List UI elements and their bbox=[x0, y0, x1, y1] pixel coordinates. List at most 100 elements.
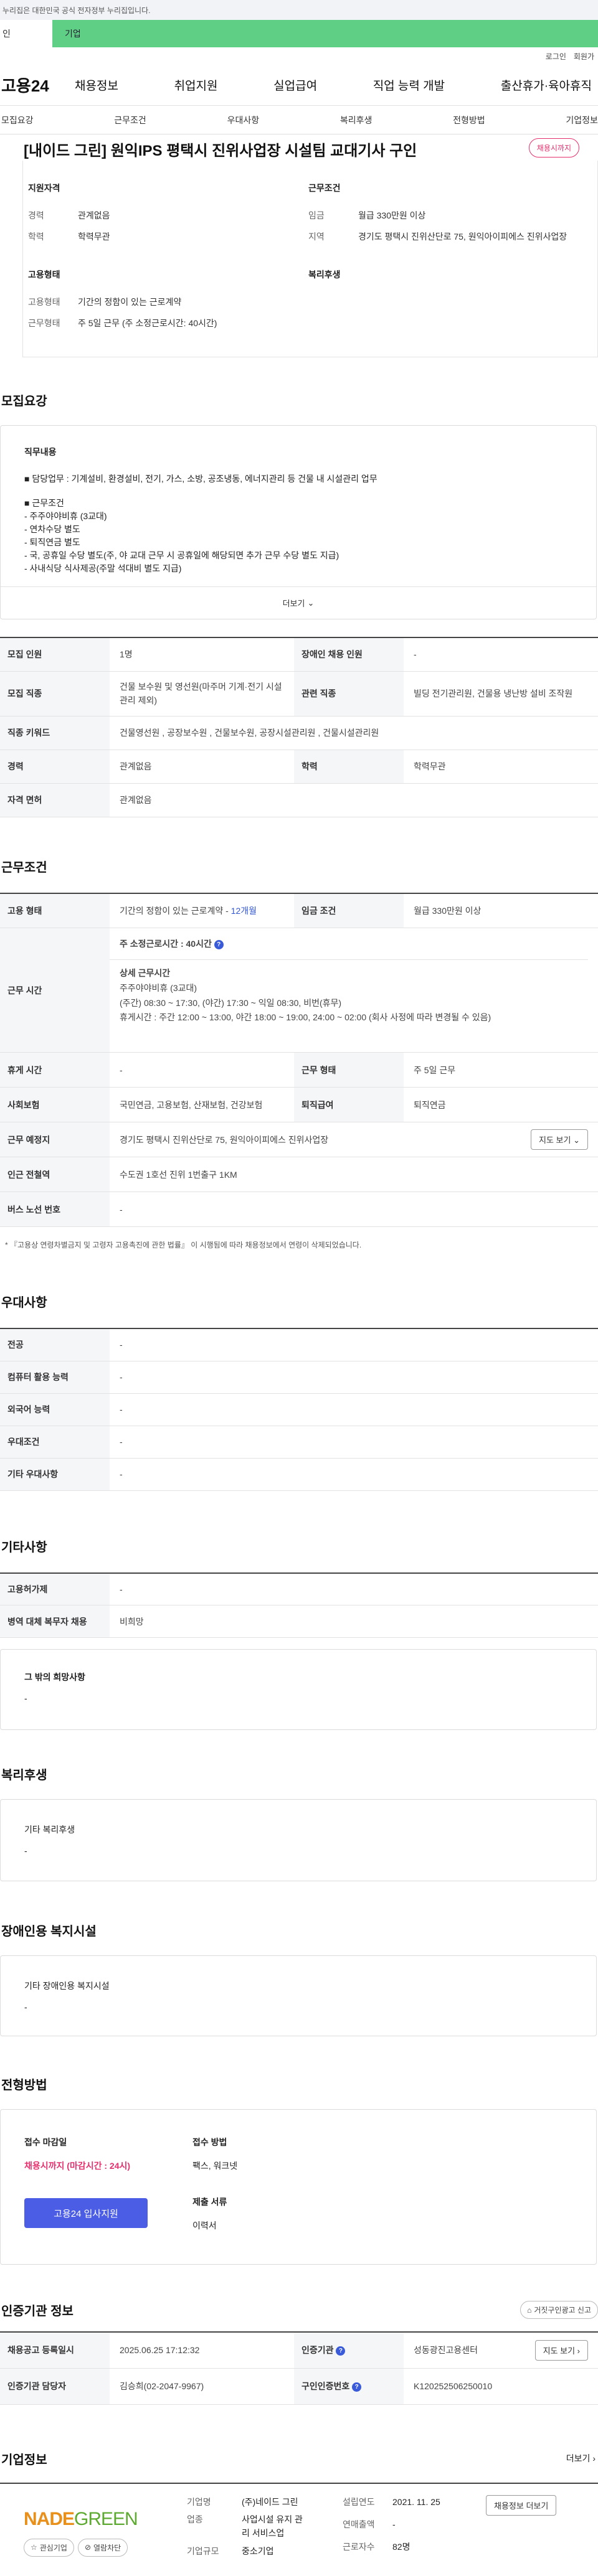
global-nav: 고용24 채용정보 취업지원 실업급여 직업 능력 개발 출산휴가·육아휴직 bbox=[0, 65, 598, 106]
recruit-title: 모집요강 bbox=[1, 395, 47, 409]
cert-table: 채용공고 등록일시 2025.06.25 17:12:32 인증기관 ? 성동광진… bbox=[0, 2331, 598, 2405]
join-link[interactable]: 회원가 bbox=[574, 51, 594, 62]
etc-section: 기타사항 고용허가제 - 병역 대체 복무자 채용 비희망 그 밖의 희망사항 - bbox=[0, 1491, 598, 1731]
chevron-down-icon: ⌄ bbox=[307, 598, 315, 608]
table-row: 사회보험 국민연금, 고용보험, 산재보험, 건강보험 퇴직급여 퇴직연금 bbox=[0, 1087, 598, 1122]
menu-skills[interactable]: 직업 능력 개발 bbox=[373, 77, 445, 93]
gov-banner-text: 누리집은 대한민국 공식 전자정부 누리집입니다. bbox=[2, 6, 151, 15]
favorite-button[interactable]: ☆ 관심기업 bbox=[24, 2538, 74, 2557]
report-button[interactable]: ⌂ 거짓구인광고 신고 bbox=[520, 2301, 598, 2320]
utility-links: 로그인 회원가 bbox=[0, 47, 598, 65]
table-row: 근무 시간 주 소정근로시간 : 40시간 ? 상세 근무시간 주주야야비휴 (… bbox=[0, 928, 598, 1053]
house-icon: ⌂ bbox=[527, 2305, 532, 2315]
site-logo[interactable]: 고용24 bbox=[0, 73, 75, 96]
contract-months-link[interactable]: 12개월 bbox=[231, 906, 257, 916]
etc-table: 고용허가제 - 병역 대체 복무자 채용 비희망 bbox=[0, 1572, 598, 1638]
emp-row: 고용형태 기간의 정함이 있는 근로계약 bbox=[28, 296, 182, 307]
company-logo: NADE GREEN bbox=[24, 2508, 138, 2529]
menu-jobs[interactable]: 채용정보 bbox=[75, 77, 118, 93]
job-summary: 지원자격 경력 관계없음 학력 학력무관 근무조건 임금 월급 330만원 이상 지역… bbox=[22, 161, 598, 358]
table-row: 경력 관계없음 학력 학력무관 bbox=[0, 750, 598, 784]
work-table: 고용 형태 기간의 정함이 있는 근로계약 - 12개월 임금 조건 월급 330… bbox=[0, 892, 598, 1228]
anchor-recruit[interactable]: 모집요강 bbox=[1, 114, 34, 126]
recruit-section: 모집요강 직무내용 ■ 담당업무 : 기계설비, 환경설비, 전기, 가스, 소… bbox=[0, 357, 598, 817]
anchor-work[interactable]: 근무조건 bbox=[114, 114, 146, 126]
duty-cond-1: - 주주야야비휴 (3교대) bbox=[24, 511, 107, 522]
cert-map-button[interactable]: 지도 보기 › bbox=[534, 2339, 588, 2361]
info-icon[interactable]: ? bbox=[336, 2346, 346, 2356]
cond-row: 지역 경기도 평택시 진위산단로 75, 원익아이피에스 진위사업장 bbox=[308, 232, 567, 242]
table-row: 휴게 시간 - 근무 형태 주 5일 근무 bbox=[0, 1052, 598, 1088]
process-title: 전형방법 bbox=[1, 2079, 47, 2093]
disabled-title: 장애인용 복지시설 bbox=[1, 1925, 97, 1939]
main-menu: 채용정보 취업지원 실업급여 직업 능력 개발 출산휴가·육아휴직 bbox=[75, 77, 598, 93]
menu-leave[interactable]: 출산휴가·육아휴직 bbox=[501, 77, 592, 93]
table-row: 외국어 능력 - bbox=[0, 1393, 598, 1426]
table-row: 고용 형태 기간의 정함이 있는 근로계약 - 12개월 임금 조건 월급 330… bbox=[0, 893, 598, 928]
company-card: NADE GREEN ☆ 관심기업 ⊘ 열람차단 기업명 (주)네이드 그린 업종 사업시… bbox=[0, 2482, 598, 2576]
tab-company[interactable]: 기업 bbox=[52, 20, 598, 47]
anchor-company[interactable]: 기업정보 bbox=[566, 114, 598, 126]
gov-banner: 누리집은 대한민국 공식 전자정부 누리집입니다. bbox=[0, 0, 598, 20]
age-note: * 『고용상 연령차별금지 및 고령자 고용촉진에 관한 법률』 이 시행됨에 … bbox=[5, 1241, 362, 1250]
duty-cond-5: - 사내식당 식사제공(주말 석대비 별도 지급) bbox=[24, 563, 182, 574]
process-section: 전형방법 접수 마감일 채용시까지 (마감시간 : 24시) 고용24 입사지원… bbox=[0, 2036, 598, 2265]
table-row: 전공 - bbox=[0, 1328, 598, 1361]
cond-row: 임금 월급 330만원 이상 bbox=[308, 210, 426, 220]
duty-cond-3: - 퇴직연금 별도 bbox=[24, 537, 80, 548]
company-section: 기업정보 더보기 › NADE GREEN ☆ 관심기업 ⊘ 열람차단 기업명 (주)네… bbox=[0, 2405, 598, 2576]
menu-unemployment-benefit[interactable]: 실업급여 bbox=[273, 77, 317, 93]
cert-title: 인증기관 정보 bbox=[1, 2305, 74, 2319]
table-row: 버스 노선 번호 - bbox=[0, 1192, 598, 1227]
more-button[interactable]: 더보기 ⌄ bbox=[1, 586, 596, 619]
table-row: 기타 우대사항 - bbox=[0, 1458, 598, 1491]
duty-cond-0: ■ 근무조건 bbox=[24, 498, 64, 509]
duty-cond-2: - 연차수당 별도 bbox=[24, 524, 80, 535]
welfare-box: 기타 복리후생 - bbox=[0, 1799, 597, 1882]
qual-row: 경력 관계없음 bbox=[28, 210, 110, 220]
table-row: 우대조건 - bbox=[0, 1426, 598, 1459]
menu-employment-support[interactable]: 취업지원 bbox=[174, 77, 218, 93]
welfare-summary-title: 복리후생 bbox=[308, 269, 341, 280]
job-header: [내이드 그린] 원익IPS 평택시 진위사업장 시설팀 교대기사 구인 채용시… bbox=[0, 134, 598, 161]
company-more-link[interactable]: 더보기 › bbox=[566, 2452, 598, 2465]
star-icon: ☆ bbox=[31, 2543, 37, 2552]
block-icon: ⊘ bbox=[84, 2543, 91, 2552]
info-icon[interactable]: ? bbox=[214, 939, 224, 949]
company-jobs-button[interactable]: 채용정보 더보기 bbox=[486, 2494, 557, 2516]
table-row: 인증기관 담당자 김승희(02-2047-9967) 구인인증번호 ? K1202… bbox=[0, 2368, 598, 2405]
pref-section: 우대사항 전공 - 컴퓨터 활용 능력 - 외국어 능력 - 우대조건 - 기타 우대사… bbox=[0, 1250, 598, 1491]
chevron-down-icon: ⌄ bbox=[573, 1135, 580, 1145]
block-button[interactable]: ⊘ 열람차단 bbox=[77, 2538, 128, 2557]
tab-individual[interactable]: 인 bbox=[0, 20, 52, 47]
anchor-pref[interactable]: 우대사항 bbox=[227, 114, 260, 126]
welfare-section: 복리후생 기타 복리후생 - bbox=[0, 1730, 598, 1882]
disabled-section: 장애인용 복지시설 기타 장애인용 복지시설 - bbox=[0, 1881, 598, 2037]
duty-main: ■ 담당업무 : 기계설비, 환경설비, 전기, 가스, 소방, 공조냉동, 에… bbox=[24, 474, 377, 484]
duty-box: 직무내용 ■ 담당업무 : 기계설비, 환경설비, 전기, 가스, 소방, 공조… bbox=[0, 425, 597, 620]
anchor-welfare[interactable]: 복리후생 bbox=[340, 114, 373, 126]
table-row: 인근 전철역 수도권 1호선 진위 1번출구 1KM bbox=[0, 1157, 598, 1192]
table-row: 직종 키워드 건물영선원 , 공장보수원 , 건물보수원, 공장시설관리원 , 건… bbox=[0, 716, 598, 750]
qual-title: 지원자격 bbox=[28, 183, 60, 193]
job-title: [내이드 그린] 원익IPS 평택시 진위사업장 시설팀 교대기사 구인 bbox=[24, 143, 417, 159]
etc-other-box: 그 밖의 희망사항 - bbox=[0, 1649, 597, 1731]
apply-button[interactable]: 고용24 입사지원 bbox=[24, 2198, 148, 2229]
work-section: 근무조건 고용 형태 기간의 정함이 있는 근로계약 - 12개월 임금 조건 월… bbox=[0, 817, 598, 1251]
pref-title: 우대사항 bbox=[1, 1296, 47, 1310]
process-box: 접수 마감일 채용시까지 (마감시간 : 24시) 고용24 입사지원 접수 방… bbox=[0, 2109, 597, 2265]
status-badge: 채용시까지 bbox=[528, 138, 579, 157]
anchor-process[interactable]: 전형방법 bbox=[453, 114, 485, 126]
map-button[interactable]: 지도 보기 ⌄ bbox=[531, 1129, 588, 1150]
table-row: 컴퓨터 활용 능력 - bbox=[0, 1361, 598, 1394]
table-row: 모집 인원 1명 장애인 채용 인원 - bbox=[0, 637, 598, 672]
emp-row: 근무형태 주 5일 근무 (주 소정근로시간: 40시간) bbox=[28, 317, 217, 328]
welfare-title: 복리후생 bbox=[1, 1769, 47, 1783]
cond-title: 근무조건 bbox=[308, 183, 341, 193]
user-type-tabs: 인 기업 bbox=[0, 20, 598, 47]
info-icon[interactable]: ? bbox=[352, 2382, 362, 2392]
table-row: 모집 직종 건물 보수원 및 영선원(마주머 기계·전기 시설관리 제외) 관련 … bbox=[0, 671, 598, 717]
login-link[interactable]: 로그인 bbox=[546, 51, 566, 62]
table-row: 채용공고 등록일시 2025.06.25 17:12:32 인증기관 ? 성동광진… bbox=[0, 2332, 598, 2369]
deadline-value: 채용시까지 (마감시간 : 24시) bbox=[24, 2161, 131, 2171]
